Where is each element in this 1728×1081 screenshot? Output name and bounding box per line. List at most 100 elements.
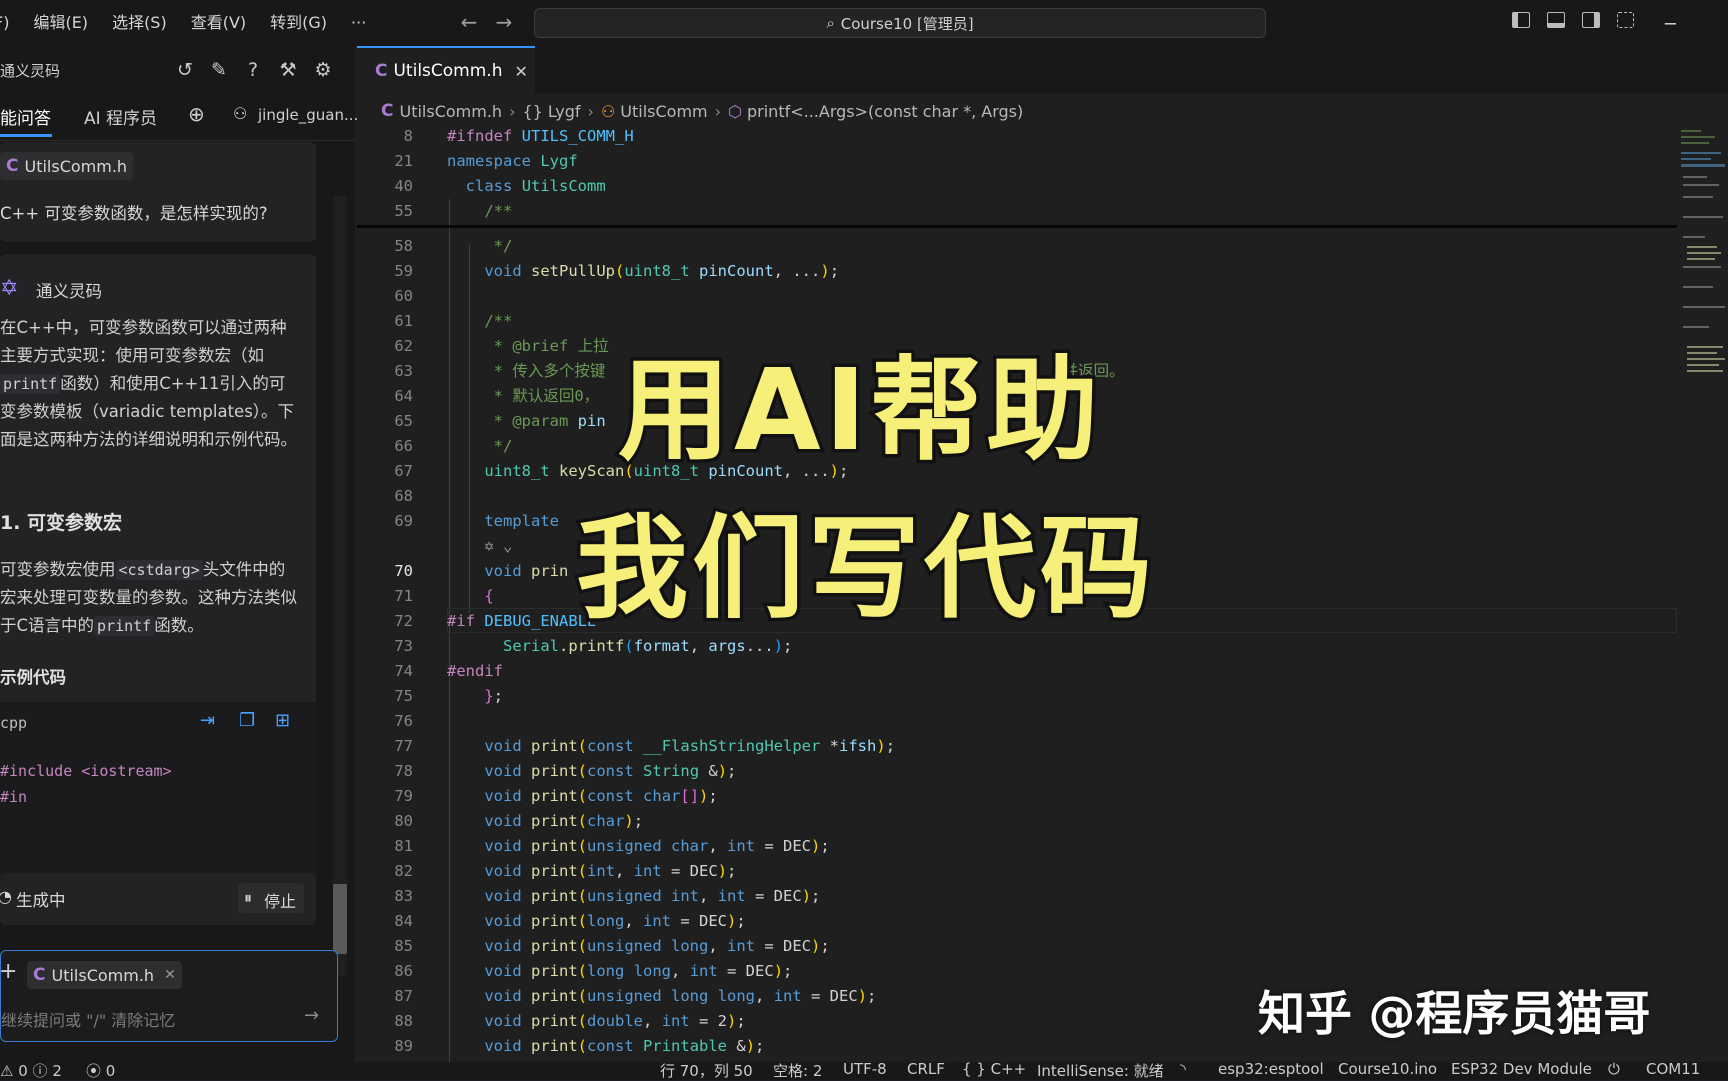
menu-view[interactable]: 查看(V) — [179, 0, 258, 46]
stop-button[interactable]: ⏸ 停止 — [238, 883, 304, 913]
sketch-file[interactable]: Course10.ino — [1338, 1060, 1437, 1078]
programmer-tool[interactable]: esp32:esptool — [1218, 1060, 1324, 1078]
input-file-name: UtilsComm.h — [51, 965, 155, 985]
stop-label: 停止 — [264, 892, 297, 911]
user-name[interactable]: jingle_guan... — [258, 106, 358, 124]
command-center-label: Course10 [管理员] — [840, 14, 974, 33]
serial-port[interactable]: COM11 — [1646, 1060, 1700, 1078]
ports-indicator[interactable]: ⦿ 0 — [86, 1060, 115, 1081]
overlay-caption-line2: 我们写代码 — [573, 501, 1156, 638]
breadcrumb-namespace[interactable]: Lygf — [548, 102, 581, 121]
add-context-icon[interactable]: + — [0, 959, 17, 984]
code-line: 60 — [394, 287, 413, 305]
new-chat-icon[interactable]: ⊕ — [188, 102, 205, 126]
code-line: 75 }; — [394, 687, 504, 705]
code-line: 80 void print(char); — [394, 812, 644, 830]
breadcrumb-method[interactable]: printf<...Args>(const char *, Args) — [747, 102, 1023, 121]
code-line: 74 #endif — [394, 662, 503, 680]
chat-input-placeholder[interactable]: 继续提问或 "/" 清除记忆 — [1, 1007, 175, 1031]
menu-edit[interactable]: 编辑(E) — [21, 0, 100, 46]
example-heading: 示例代码 — [0, 668, 66, 687]
chat-header: 通义灵码 ↺ ✎ ? ⚒ ⚙ — [0, 46, 355, 94]
wrench-icon[interactable]: ⚒ — [276, 58, 300, 82]
input-file-chip[interactable]: C UtilsComm.h ✕ — [27, 961, 182, 989]
answer-paragraph-2: 可变参数宏使用 <cstdarg> 头文件中的宏来处理可变数量的参数。这种方法类似于… — [0, 560, 297, 636]
back-arrow-icon[interactable]: ← — [452, 10, 486, 34]
history-icon[interactable]: ↺ — [173, 58, 197, 82]
menu-more[interactable]: ··· — [339, 0, 378, 46]
board-select[interactable]: ESP32 Dev Module — [1451, 1060, 1592, 1078]
code-line: 76 — [394, 712, 413, 730]
code-line: 40 class UtilsComm — [394, 177, 606, 195]
code-block: cpp ⇥ ❐ ⊞ #include <iostream> #in — [0, 702, 316, 880]
copy-icon[interactable]: ❐ — [239, 710, 255, 731]
toggle-sidebar-icon[interactable] — [1512, 12, 1530, 28]
command-center[interactable]: ⌕ Course10 [管理员] — [534, 8, 1266, 38]
search-icon: ⌕ — [826, 14, 835, 32]
chat-input-box[interactable]: + C UtilsComm.h ✕ 继续提问或 "/" 清除记忆 → — [0, 950, 338, 1042]
assistant-avatar-icon: ✡ — [0, 276, 19, 301]
language-mode[interactable]: { } C++ — [962, 1060, 1026, 1078]
code-line: 59 void setPullUp(uint8_t pinCount, ...)… — [394, 262, 840, 280]
assistant-name: 通义灵码 — [36, 282, 102, 301]
menu-selection[interactable]: 选择(S) — [100, 0, 179, 46]
chat-scrollbar-thumb[interactable] — [333, 884, 347, 954]
broadcast-icon: ⦿ — [86, 1062, 102, 1080]
tab-ai-programmer[interactable]: AI 程序员 — [84, 104, 157, 129]
help-icon[interactable]: ? — [241, 58, 265, 82]
menu-file[interactable]: F) — [0, 0, 21, 46]
breadcrumb-class[interactable]: UtilsComm — [620, 102, 707, 121]
question-file-name: UtilsComm.h — [24, 156, 128, 176]
menu-go[interactable]: 转到(G) — [258, 0, 339, 46]
tab-smart-qa[interactable]: 能问答 — [0, 104, 51, 129]
code-lang-label: cpp — [0, 714, 28, 732]
c-file-icon: C — [375, 61, 388, 81]
indentation[interactable]: 空格: 2 — [773, 1060, 822, 1081]
editor-tab-utilscomm[interactable]: C UtilsComm.h ✕ — [357, 46, 535, 94]
code-line: 82 void print(int, int = DEC); — [394, 862, 737, 880]
code-line: 83 void print(unsigned int, int = DEC); — [394, 887, 821, 905]
forward-arrow-icon[interactable]: → — [487, 10, 521, 34]
code-line: 77 void print(const __FlashStringHelper … — [394, 737, 896, 755]
toggle-panel-icon[interactable] — [1547, 12, 1565, 28]
encoding[interactable]: UTF-8 — [843, 1060, 887, 1078]
overlay-caption-line1: 用AI帮助 — [614, 343, 1103, 480]
status-bar: ⚠ 0 ⓘ 2 ⦿ 0 行 70，列 50 空格: 2 UTF-8 CRLF {… — [0, 1060, 1728, 1081]
chevron-right-icon: › — [587, 101, 594, 121]
code-line: 84 void print(long, int = DEC); — [394, 912, 746, 930]
toggle-secondary-sidebar-icon[interactable] — [1582, 12, 1600, 28]
answer-paragraph-1: 在C++中，可变参数函数可以通过两种主要方式实现：使用可变参数宏（如printf… — [0, 318, 297, 449]
feedback-icon[interactable]: ✎ — [207, 58, 231, 82]
section-heading: 1. 可变参数宏 — [0, 512, 123, 534]
chat-panel-title: 通义灵码 — [0, 61, 61, 80]
plug-icon: ⏻ — [1608, 1060, 1620, 1078]
breadcrumb: C UtilsComm.h › {} Lygf › ⚇ UtilsComm › … — [381, 98, 1023, 124]
question-file-chip[interactable]: C UtilsComm.h — [0, 152, 134, 180]
new-file-icon[interactable]: ⊞ — [275, 710, 290, 731]
user-icon[interactable]: ⚇ — [233, 104, 247, 123]
customize-layout-icon[interactable] — [1617, 12, 1634, 28]
zhihu-watermark: 知乎 @程序员猫哥 — [1258, 987, 1651, 1042]
problems-indicator[interactable]: ⚠ 0 ⓘ 2 — [0, 1060, 62, 1081]
generating-status: 生成中 — [16, 891, 66, 910]
cursor-position[interactable]: 行 70，列 50 — [660, 1060, 753, 1081]
minimap[interactable] — [1679, 126, 1728, 426]
close-tab-icon[interactable]: ✕ — [514, 62, 527, 81]
code-line: 79 void print(const char[]); — [394, 787, 718, 805]
insert-code-icon[interactable]: ⇥ — [200, 710, 215, 731]
gear-icon[interactable]: ⚙ — [311, 58, 335, 82]
code-line: 85 void print(unsigned long, int = DEC); — [394, 937, 830, 955]
c-file-icon: C — [381, 101, 394, 121]
active-tab-indicator — [0, 134, 52, 137]
pause-icon: ⏸ — [244, 888, 253, 907]
intellisense-status[interactable]: IntelliSense: 就绪 — [1037, 1060, 1164, 1081]
breadcrumb-file[interactable]: UtilsComm.h — [399, 102, 502, 121]
assistant-answer-card: ✡ 通义灵码 在C++中，可变参数函数可以通过两种主要方式实现：使用可变参数宏（… — [0, 254, 316, 880]
close-icon[interactable]: ✕ — [164, 967, 176, 983]
line-ending[interactable]: CRLF — [907, 1060, 945, 1078]
minimize-icon[interactable]: ─ — [1665, 14, 1676, 35]
class-icon: ⚇ — [600, 101, 616, 121]
chevron-right-icon: › — [714, 101, 722, 121]
chat-tabs: 能问答 AI 程序员 ⊕ ⚇ jingle_guan... — [0, 94, 358, 141]
send-icon[interactable]: → — [304, 1005, 319, 1026]
